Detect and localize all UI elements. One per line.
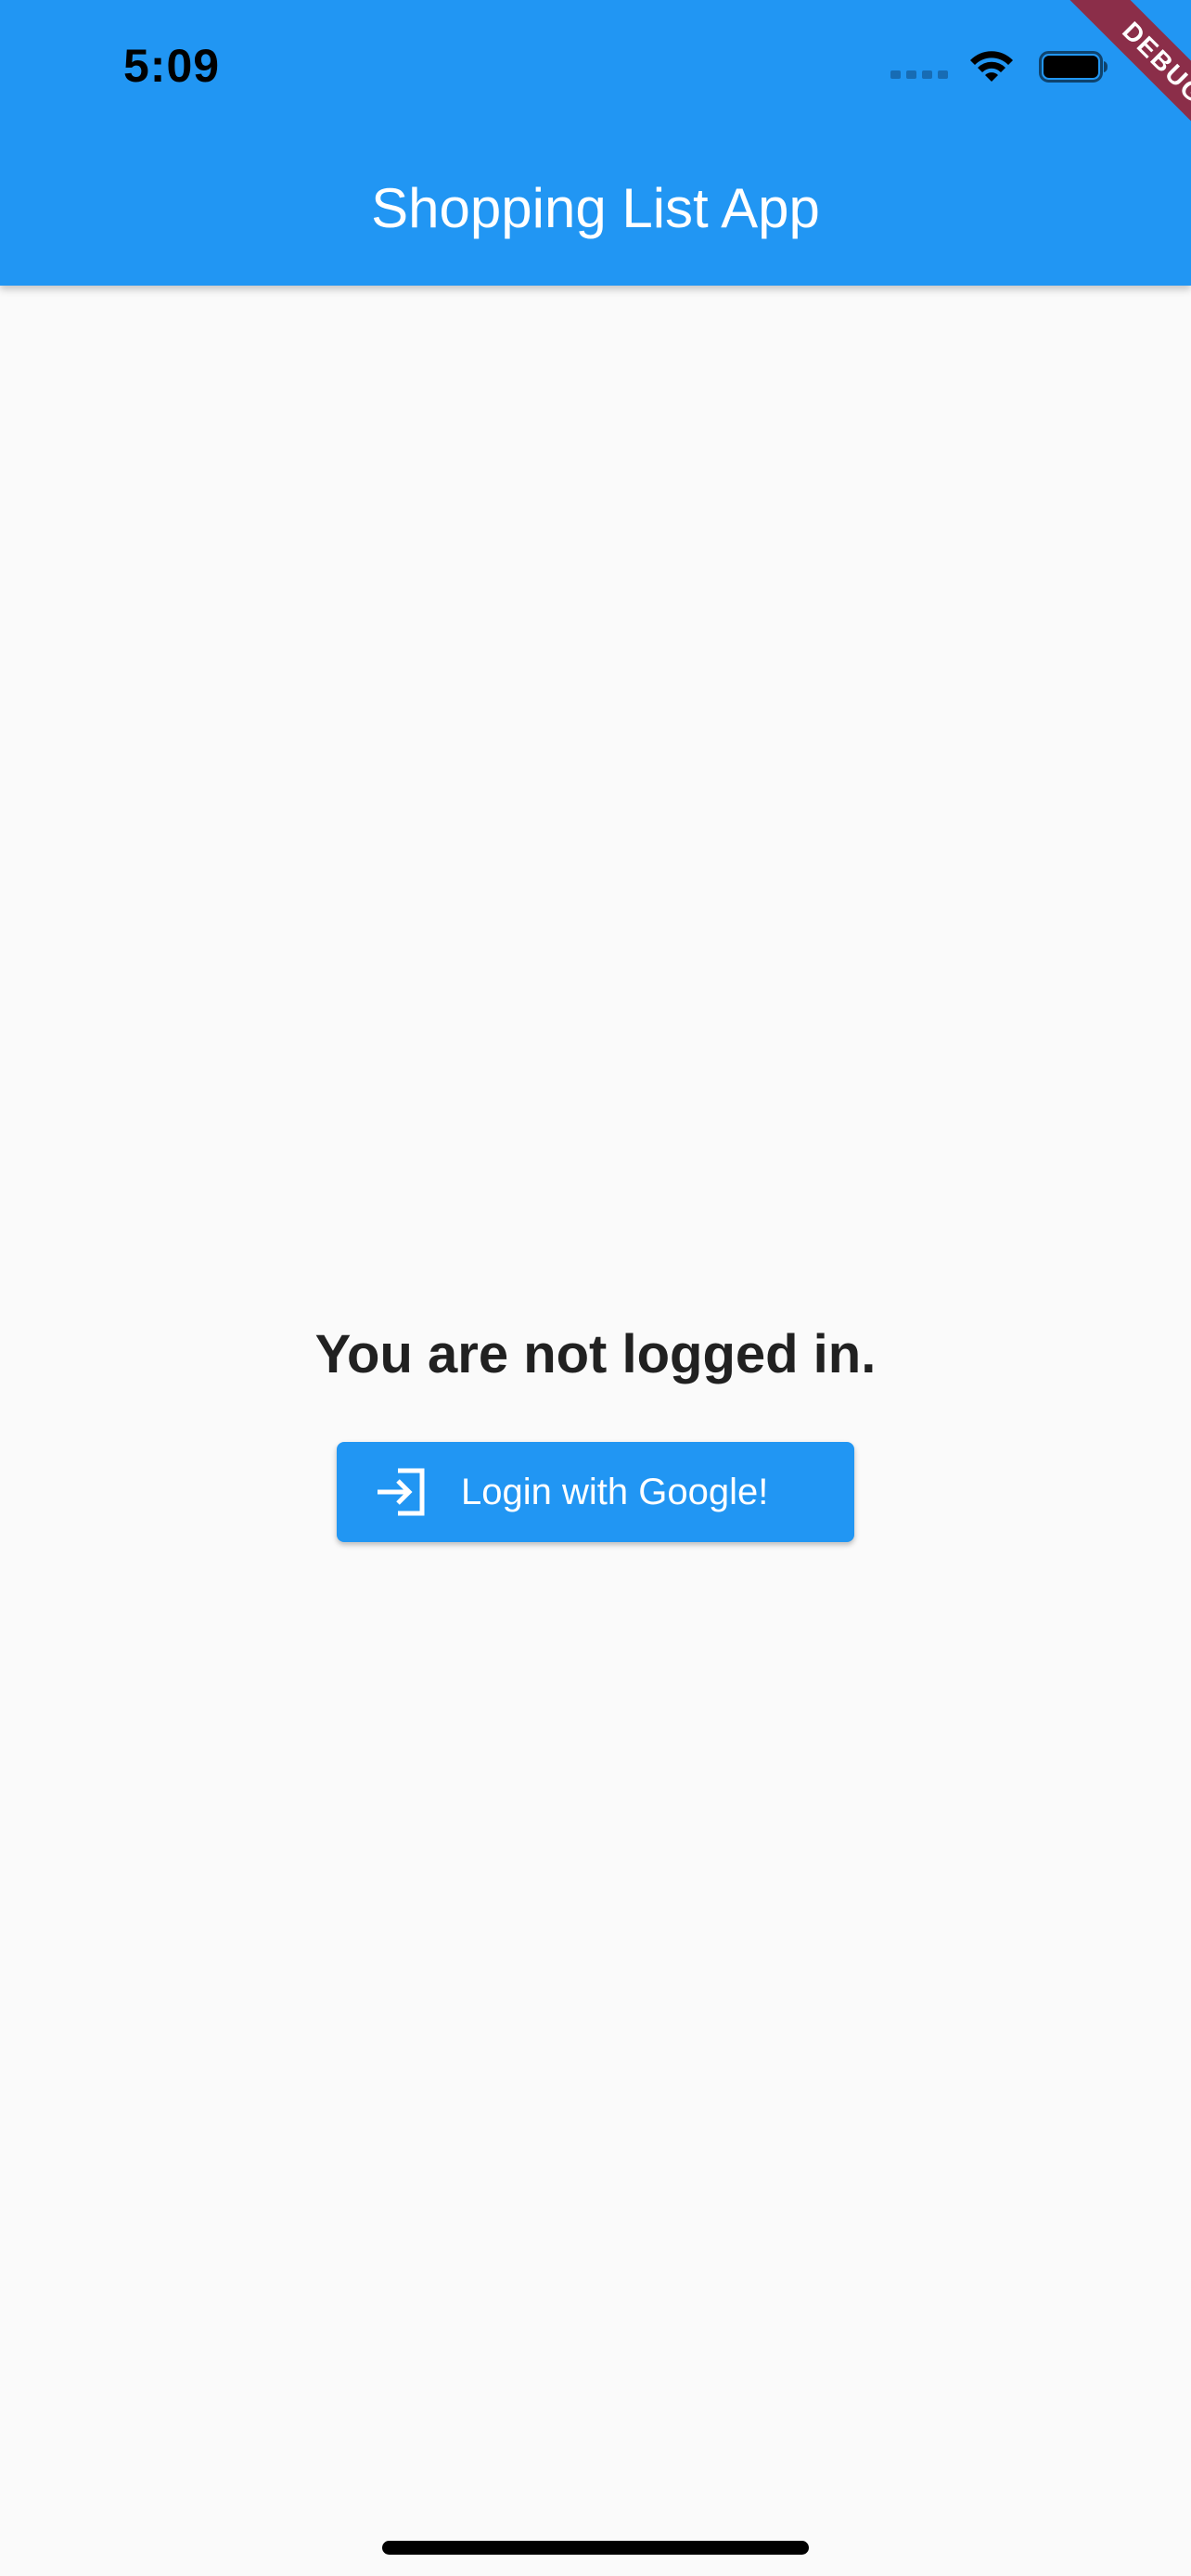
app-title: Shopping List App [371, 177, 820, 239]
cellular-signal-icon [890, 70, 948, 79]
home-indicator[interactable] [382, 2541, 809, 2555]
status-time: 5:09 [123, 40, 221, 92]
main-content: You are not logged in. Login with Google… [0, 286, 1191, 2576]
login-with-google-button[interactable]: Login with Google! [337, 1442, 854, 1542]
login-button-label: Login with Google! [461, 1472, 769, 1512]
login-icon [378, 1468, 425, 1516]
debug-banner: DEBUG [1005, 0, 1191, 185]
not-logged-in-message: You are not logged in. [314, 1324, 877, 1384]
debug-label: DEBUG [1049, 0, 1191, 177]
